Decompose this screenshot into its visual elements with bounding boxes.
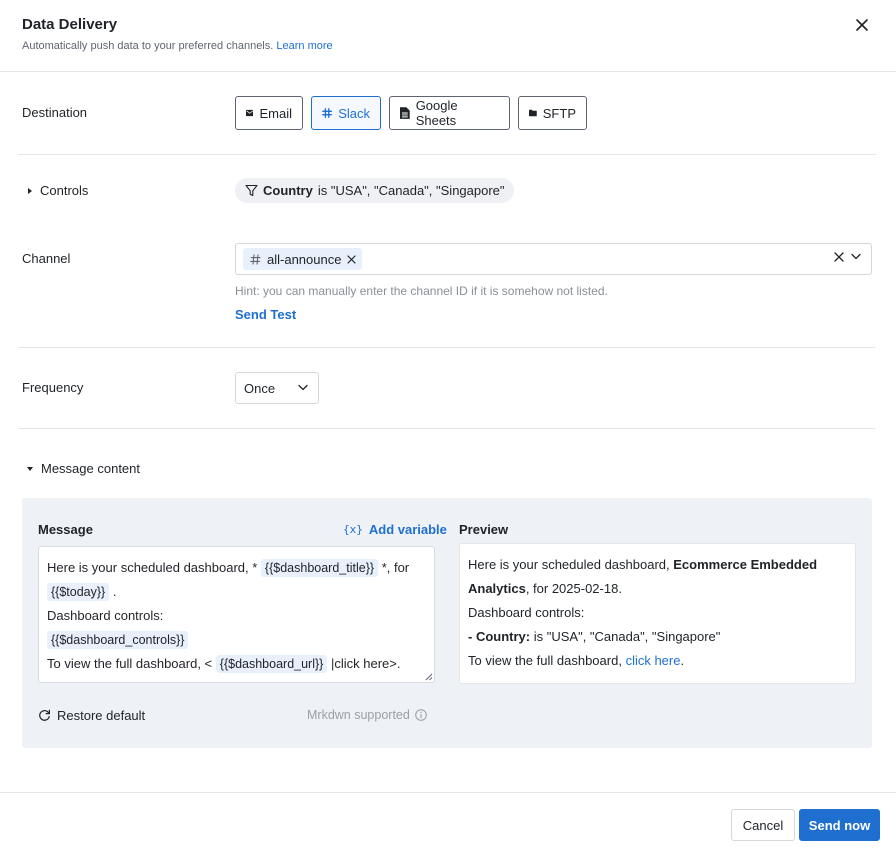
preview-line: Dashboard controls: — [468, 605, 585, 620]
message-preview: Here is your scheduled dashboard, Ecomme… — [459, 543, 856, 684]
add-variable-label: Add variable — [368, 522, 447, 537]
send-now-button[interactable]: Send now — [799, 809, 880, 841]
cancel-button[interactable]: Cancel — [731, 809, 795, 841]
folder-icon — [529, 109, 537, 117]
frequency-select[interactable]: Once — [235, 372, 319, 404]
divider — [18, 347, 876, 348]
editor-text: To view the full dashboard, < — [47, 656, 213, 671]
variable-token[interactable]: {{$dashboard_url}} — [215, 655, 328, 673]
dialog-header: Data Delivery Automatically push data to… — [0, 0, 896, 72]
slack-icon — [322, 108, 333, 118]
caret-right-icon — [28, 187, 32, 194]
restore-default-button[interactable]: Restore default — [38, 708, 145, 723]
message-content-toggle[interactable]: Message content — [27, 461, 140, 476]
subtitle-text: Automatically push data to your preferre… — [22, 40, 274, 52]
editor-text: Here is your scheduled dashboard, * — [47, 560, 258, 575]
variable-token[interactable]: {{$dashboard_controls}} — [47, 631, 189, 649]
frequency-label: Frequency — [22, 380, 84, 395]
refresh-icon — [39, 709, 50, 721]
dialog-subtitle: Automatically push data to your preferre… — [22, 40, 333, 52]
editor-line: Here is your scheduled dashboard, * {{$d… — [47, 556, 426, 580]
frequency-value: Once — [244, 380, 276, 396]
channel-tag: all-announce — [243, 248, 363, 270]
resize-handle-icon[interactable] — [425, 673, 433, 681]
message-panel: Message {x} Add variable Preview Here is… — [22, 498, 872, 748]
restore-default-label: Restore default — [57, 708, 146, 723]
close-icon — [347, 254, 357, 264]
editor-text: *, for — [381, 560, 410, 575]
channel-label: Channel — [22, 251, 71, 266]
preview-control-name: - Country: — [468, 629, 531, 644]
preview-line: - Country: is "USA", "Canada", "Singapor… — [468, 625, 847, 649]
controls-toggle[interactable]: Controls — [28, 183, 88, 198]
channel-select[interactable]: all-announce — [235, 243, 872, 275]
message-editor[interactable]: Here is your scheduled dashboard, * {{$d… — [38, 546, 435, 683]
preview-text: To view the full dashboard, — [468, 653, 622, 668]
preview-text: is "USA", "Canada", "Singapore" — [533, 629, 721, 644]
close-icon — [856, 19, 868, 31]
filter-condition: is "USA", "Canada", "Singapore" — [317, 183, 505, 198]
google-sheets-label: Google Sheets — [415, 98, 458, 128]
preview-line: To view the full dashboard, click here. — [468, 649, 847, 673]
slack-label: Slack — [338, 105, 370, 121]
destination-email-button[interactable]: Email — [235, 96, 303, 130]
mrkdwn-note: Mrkdwn supported — [307, 708, 427, 722]
country-filter-chip[interactable]: Country is "USA", "Canada", "Singapore" — [235, 178, 514, 203]
destination-label: Destination — [22, 105, 88, 120]
email-icon — [246, 109, 254, 117]
destination-slack-button[interactable]: Slack — [311, 96, 381, 130]
editor-line: {{$dashboard_controls}} — [47, 628, 426, 652]
controls-label: Controls — [40, 183, 89, 198]
remove-tag-button[interactable] — [347, 254, 357, 264]
variable-token[interactable]: {{$dashboard_title}} — [260, 559, 379, 577]
filter-field: Country — [263, 183, 313, 198]
close-icon — [834, 252, 844, 262]
message-content-label: Message content — [41, 461, 141, 476]
preview-click-here-link[interactable]: click here — [626, 653, 681, 668]
preview-text: . — [680, 653, 685, 668]
destination-sftp-button[interactable]: SFTP — [518, 96, 587, 130]
filter-icon — [245, 184, 258, 197]
preview-text: , for 2025-02-18. — [525, 581, 622, 596]
editor-line: To view the full dashboard, < {{$dashboa… — [47, 652, 426, 676]
editor-line: Dashboard controls: — [47, 608, 164, 623]
preview-text: Here is your scheduled dashboard, — [468, 557, 670, 572]
message-label: Message — [38, 522, 93, 537]
footer-divider — [0, 792, 896, 793]
hash-icon — [250, 253, 261, 265]
divider — [18, 154, 876, 155]
sftp-label: SFTP — [542, 105, 576, 121]
chevron-down-icon — [851, 253, 861, 260]
channel-tag-label: all-announce — [267, 251, 342, 267]
chevron-down-icon — [298, 384, 308, 391]
mrkdwn-label: Mrkdwn supported — [307, 708, 410, 722]
destination-google-sheets-button[interactable]: Google Sheets — [389, 96, 510, 130]
add-variable-button[interactable]: {x} Add variable — [343, 522, 447, 537]
close-button[interactable] — [851, 14, 873, 36]
preview-label: Preview — [459, 522, 509, 537]
channel-dropdown-toggle[interactable] — [851, 253, 861, 260]
divider — [18, 428, 876, 429]
send-test-link[interactable]: Send Test — [235, 307, 296, 322]
editor-text: |click here>. — [330, 656, 401, 671]
variable-icon: {x} — [343, 523, 363, 536]
dialog-title: Data Delivery — [22, 16, 118, 33]
editor-text: . — [112, 584, 117, 599]
variable-token[interactable]: {{$today}} — [47, 583, 110, 601]
preview-line: Here is your scheduled dashboard, Ecomme… — [468, 553, 847, 601]
caret-down-icon — [27, 466, 33, 471]
email-label: Email — [259, 105, 292, 121]
info-icon[interactable] — [415, 709, 427, 721]
sheets-icon — [400, 107, 410, 119]
editor-line: {{$today}} . — [47, 580, 426, 604]
learn-more-link[interactable]: Learn more — [276, 40, 332, 52]
clear-selection-button[interactable] — [834, 252, 844, 262]
channel-hint: Hint: you can manually enter the channel… — [235, 284, 608, 298]
